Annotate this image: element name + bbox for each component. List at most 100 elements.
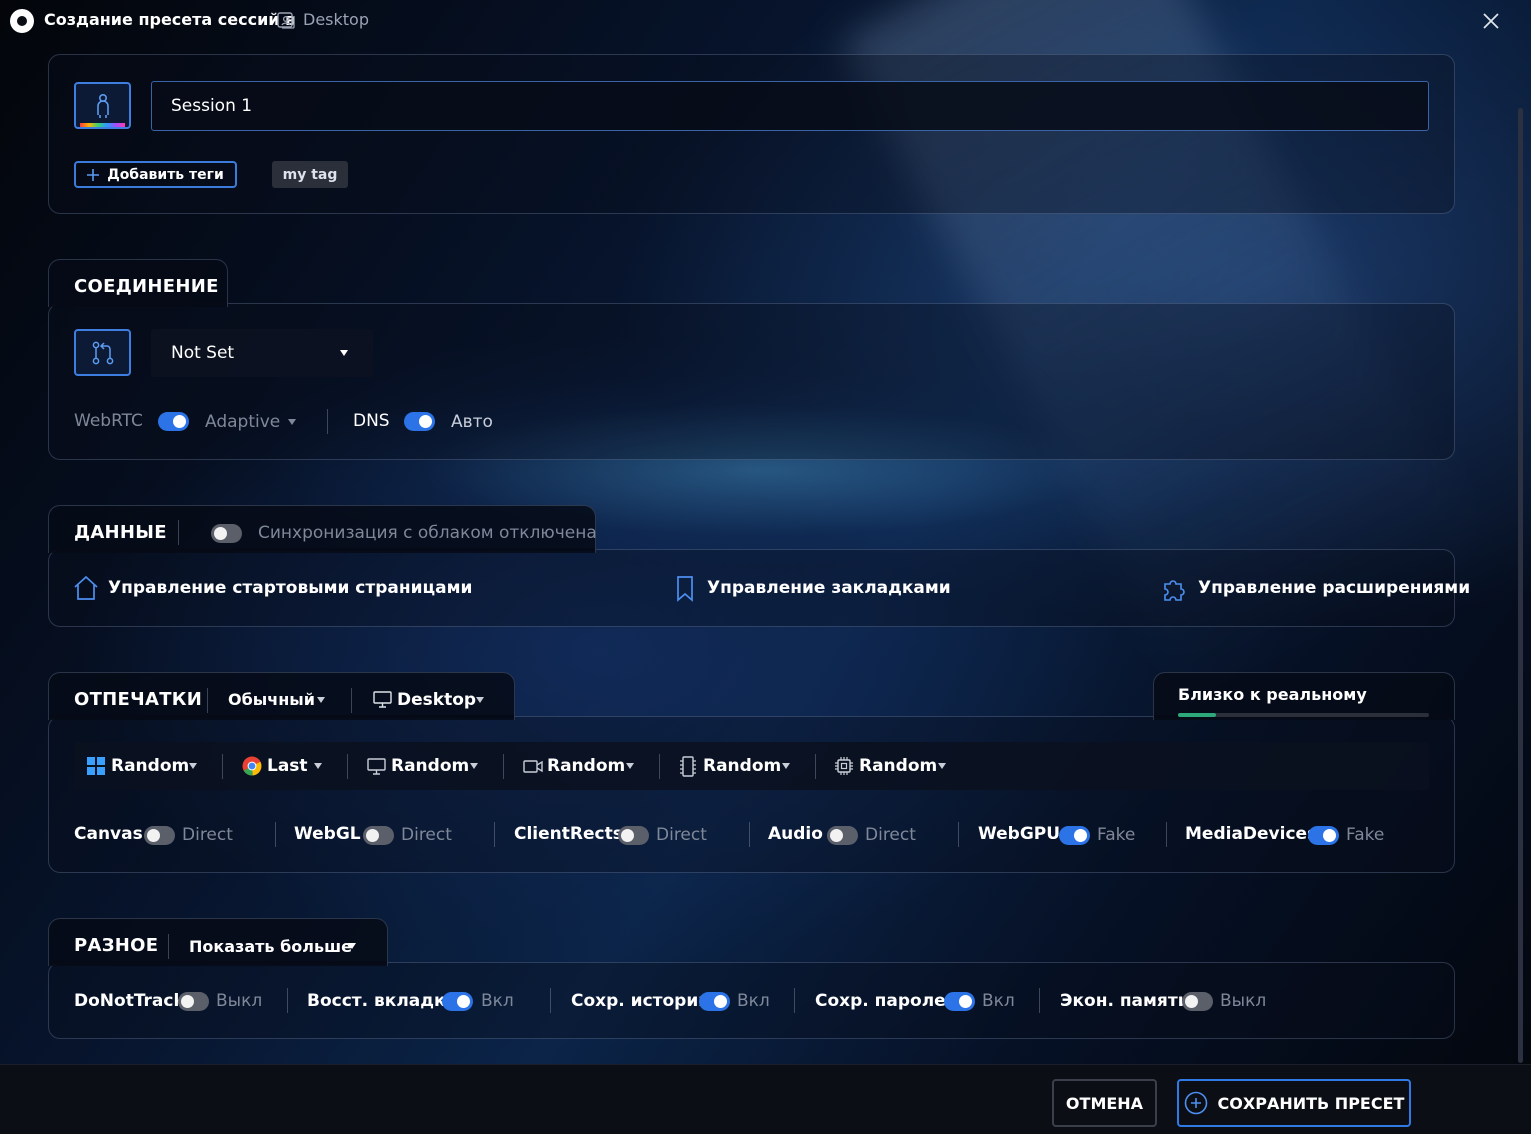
fingerprint-mode-select[interactable]: Обычный — [228, 690, 315, 709]
show-more-button[interactable]: Показать больше — [189, 937, 352, 956]
divider — [550, 988, 551, 1013]
chevron-down-icon — [938, 763, 946, 769]
webgpu-label: WebGPU — [978, 824, 1061, 844]
chevron-down-icon — [348, 943, 356, 949]
browser-select[interactable]: Last — [267, 756, 308, 776]
dns-label: DNS — [353, 411, 390, 431]
divider — [503, 754, 504, 779]
webgl-toggle[interactable] — [363, 826, 394, 845]
media-select[interactable]: Random — [547, 756, 625, 776]
restore-tabs-state: Вкл — [481, 991, 514, 1011]
start-pages-link[interactable]: Управление стартовыми страницами — [108, 578, 472, 598]
fingerprints-tab-joint — [49, 715, 514, 718]
tag-chip[interactable]: my tag — [272, 161, 348, 188]
workspace-name: Desktop — [303, 10, 369, 29]
extensions-link[interactable]: Управление расширениями — [1198, 578, 1470, 598]
bookmark-icon — [677, 576, 693, 602]
mediadevices-toggle[interactable] — [1308, 826, 1339, 845]
save-passwords-state: Вкл — [982, 991, 1015, 1011]
chrome-icon — [242, 756, 262, 776]
webrtc-label: WebRTC — [74, 411, 143, 431]
connection-title: СОЕДИНЕНИЕ — [74, 276, 219, 297]
mediadevices-state: Fake — [1346, 825, 1385, 845]
avatar-color-strip — [80, 123, 125, 127]
memory-saver-toggle[interactable] — [1182, 992, 1213, 1011]
clientrects-toggle[interactable] — [618, 826, 649, 845]
cancel-button[interactable]: ОТМЕНА — [1052, 1079, 1157, 1127]
memory-icon — [680, 756, 696, 777]
puzzle-icon — [1164, 580, 1185, 601]
dns-mode: Авто — [451, 412, 493, 432]
mediadevices-label: MediaDevices — [1185, 824, 1318, 844]
cloud-sync-label: Синхронизация с облаком отключена — [258, 523, 597, 543]
audio-toggle[interactable] — [827, 826, 858, 845]
connection-tab-joint — [49, 302, 227, 305]
memory-select[interactable]: Random — [703, 756, 781, 776]
chevron-down-icon — [189, 763, 197, 769]
session-avatar-button[interactable] — [74, 82, 131, 129]
restore-tabs-toggle[interactable] — [442, 992, 473, 1011]
divider — [287, 988, 288, 1013]
cpu-icon — [835, 757, 853, 775]
divider — [207, 688, 208, 713]
scrollbar[interactable] — [1518, 108, 1523, 1063]
os-select[interactable]: Random — [111, 756, 189, 776]
chevron-down-icon — [288, 419, 296, 425]
tag-label: my tag — [282, 166, 338, 183]
save-passwords-toggle[interactable] — [944, 992, 975, 1011]
save-history-label: Сохр. истории — [571, 991, 711, 1011]
chevron-down-icon — [476, 697, 484, 703]
proxy-icon — [92, 341, 113, 364]
session-name-value: Session 1 — [171, 96, 253, 116]
data-tab-joint — [49, 548, 595, 551]
chevron-down-icon — [782, 763, 790, 769]
clientrects-state: Direct — [656, 825, 707, 845]
screen-select[interactable]: Random — [391, 756, 469, 776]
save-passwords-label: Сохр. паролей — [815, 991, 958, 1011]
donottrack-label: DoNotTrack — [74, 991, 185, 1011]
cpu-select[interactable]: Random — [859, 756, 937, 776]
proxy-icon-button[interactable] — [74, 329, 131, 376]
divider — [178, 520, 179, 545]
realism-progress — [1178, 713, 1429, 717]
platform-select[interactable]: Desktop — [397, 690, 476, 710]
chevron-down-icon — [470, 763, 478, 769]
webgl-state: Direct — [401, 825, 452, 845]
dns-toggle[interactable] — [404, 412, 435, 431]
cancel-label: ОТМЕНА — [1065, 1093, 1144, 1113]
cloud-sync-toggle[interactable] — [211, 524, 242, 543]
misc-title: РАЗНОЕ — [74, 935, 159, 956]
divider — [958, 822, 959, 847]
close-icon[interactable] — [1480, 10, 1502, 32]
fingerprints-title: ОТПЕЧАТКИ — [74, 689, 203, 710]
save-history-toggle[interactable] — [699, 992, 730, 1011]
camera-icon — [523, 760, 543, 773]
donottrack-state: Выкл — [216, 991, 263, 1011]
chevron-down-icon — [314, 763, 322, 769]
divider — [749, 822, 750, 847]
webrtc-mode[interactable]: Adaptive — [205, 412, 280, 432]
divider — [168, 934, 169, 959]
divider — [1039, 988, 1040, 1013]
save-history-state: Вкл — [737, 991, 770, 1011]
canvas-toggle[interactable] — [144, 826, 175, 845]
webgpu-toggle[interactable] — [1059, 826, 1090, 845]
windows-icon — [87, 757, 105, 775]
donottrack-toggle[interactable] — [178, 992, 209, 1011]
home-icon — [74, 575, 98, 600]
chevron-down-icon — [626, 763, 634, 769]
divider — [351, 688, 352, 713]
proxy-select[interactable]: Not Set — [151, 329, 373, 377]
bookmarks-link[interactable]: Управление закладками — [707, 578, 951, 598]
add-tags-button[interactable]: Добавить теги — [74, 161, 237, 188]
data-title: ДАННЫЕ — [74, 522, 167, 543]
monitor-icon — [367, 758, 386, 775]
plus-circle-icon — [1184, 1091, 1207, 1115]
webgl-label: WebGL — [294, 824, 361, 844]
save-preset-button[interactable]: СОХРАНИТЬ ПРЕСЕТ — [1177, 1079, 1411, 1127]
plus-icon — [87, 168, 100, 181]
webrtc-toggle[interactable] — [158, 412, 189, 431]
realism-label: Близко к реальному — [1178, 685, 1367, 704]
chevron-down-icon — [340, 350, 348, 356]
session-name-input[interactable]: Session 1 — [151, 81, 1429, 131]
